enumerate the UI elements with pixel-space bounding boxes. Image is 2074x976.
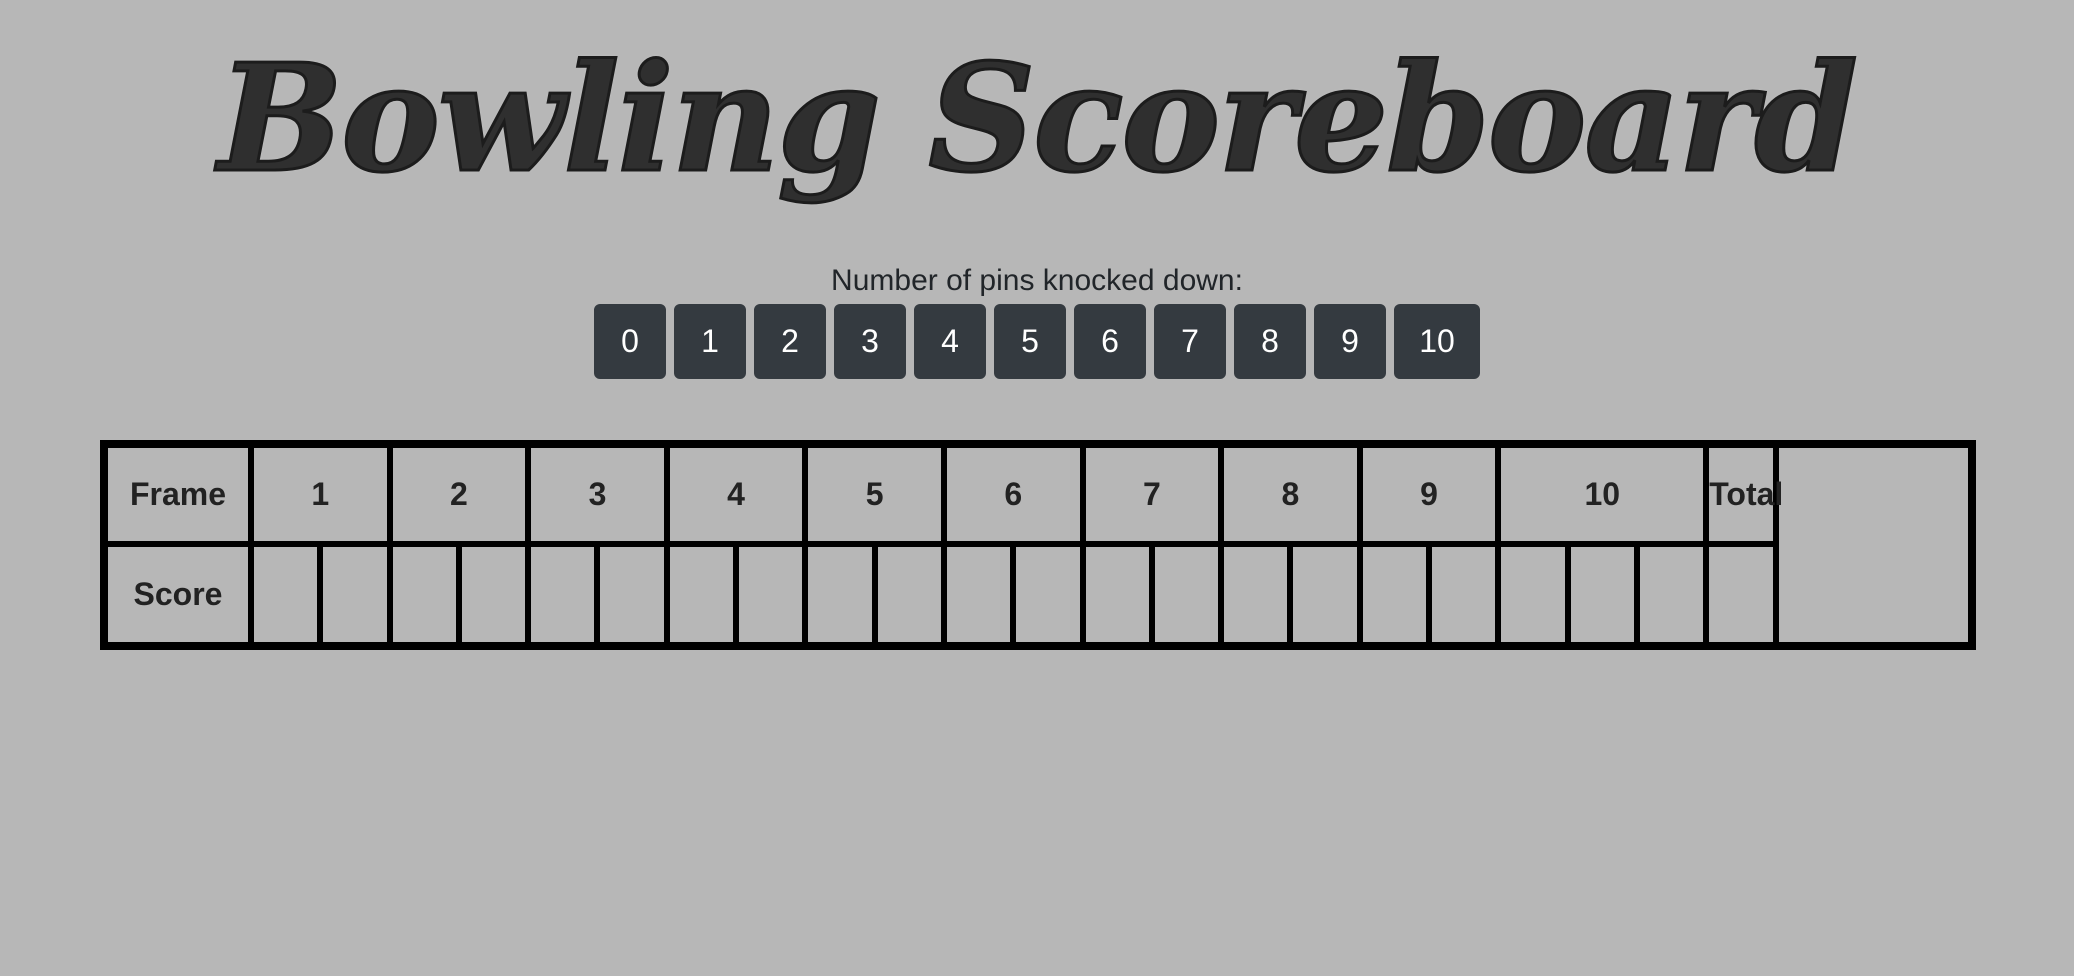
score-row: Score: [101, 541, 1972, 649]
pin-button-0[interactable]: 0: [594, 304, 666, 379]
frame-row: Frame 1 2 3 4 5 6 7 8 9 10 Total: [101, 441, 1972, 547]
roll-cell: [1079, 541, 1155, 649]
roll-cell: [940, 541, 1017, 649]
roll-cell: [525, 541, 601, 649]
frame-number: 10: [1495, 441, 1710, 547]
pin-button-4[interactable]: 4: [914, 304, 986, 379]
roll-cell: [1564, 541, 1640, 649]
pin-button-6[interactable]: 6: [1074, 304, 1146, 379]
roll-cell: [1426, 541, 1502, 649]
roll-cell: [871, 541, 947, 649]
roll-cell: [594, 541, 670, 649]
roll-cell: [247, 541, 324, 649]
roll-cell: [1495, 541, 1571, 649]
total-score-cell: [1703, 541, 1779, 649]
roll-cell: [1218, 541, 1294, 649]
frame-number: 2: [386, 441, 532, 547]
pin-button-2[interactable]: 2: [754, 304, 826, 379]
frame-header-label: Frame: [101, 441, 254, 547]
pin-button-5[interactable]: 5: [994, 304, 1066, 379]
roll-cell: [663, 541, 740, 649]
page-title: Bowling Scoreboard: [217, 30, 1860, 207]
roll-cell: [1287, 541, 1363, 649]
scoreboard-table: Frame 1 2 3 4 5 6 7 8 9 10 Total Score: [100, 440, 1976, 650]
frame-number: 3: [525, 441, 670, 547]
pin-button-8[interactable]: 8: [1234, 304, 1306, 379]
pin-button-9[interactable]: 9: [1314, 304, 1386, 379]
pin-button-10[interactable]: 10: [1394, 304, 1480, 379]
roll-cell: [455, 541, 532, 649]
pin-button-1[interactable]: 1: [674, 304, 746, 379]
pin-button-group: 0 1 2 3 4 5 6 7 8 9 10: [0, 304, 2074, 379]
roll-cell: [386, 541, 462, 649]
pin-button-3[interactable]: 3: [834, 304, 906, 379]
frame-number: 7: [1079, 441, 1225, 547]
frame-number: 1: [248, 441, 393, 547]
roll-cell: [733, 541, 809, 649]
roll-cell: [1356, 541, 1433, 649]
pins-label: Number of pins knocked down:: [831, 264, 1243, 297]
roll-cell: [1148, 541, 1225, 649]
roll-cell: [1633, 541, 1710, 649]
frame-number: 6: [940, 441, 1086, 547]
roll-cell: [802, 541, 878, 649]
frame-number: 9: [1356, 441, 1502, 547]
total-header-label: Total: [1703, 441, 1783, 547]
frame-number: 5: [802, 441, 947, 547]
frame-number: 8: [1218, 441, 1363, 547]
frame-number: 4: [663, 441, 809, 547]
score-row-label: Score: [101, 541, 254, 649]
roll-cell: [317, 541, 393, 649]
pin-button-7[interactable]: 7: [1154, 304, 1226, 379]
roll-cell: [1010, 541, 1086, 649]
